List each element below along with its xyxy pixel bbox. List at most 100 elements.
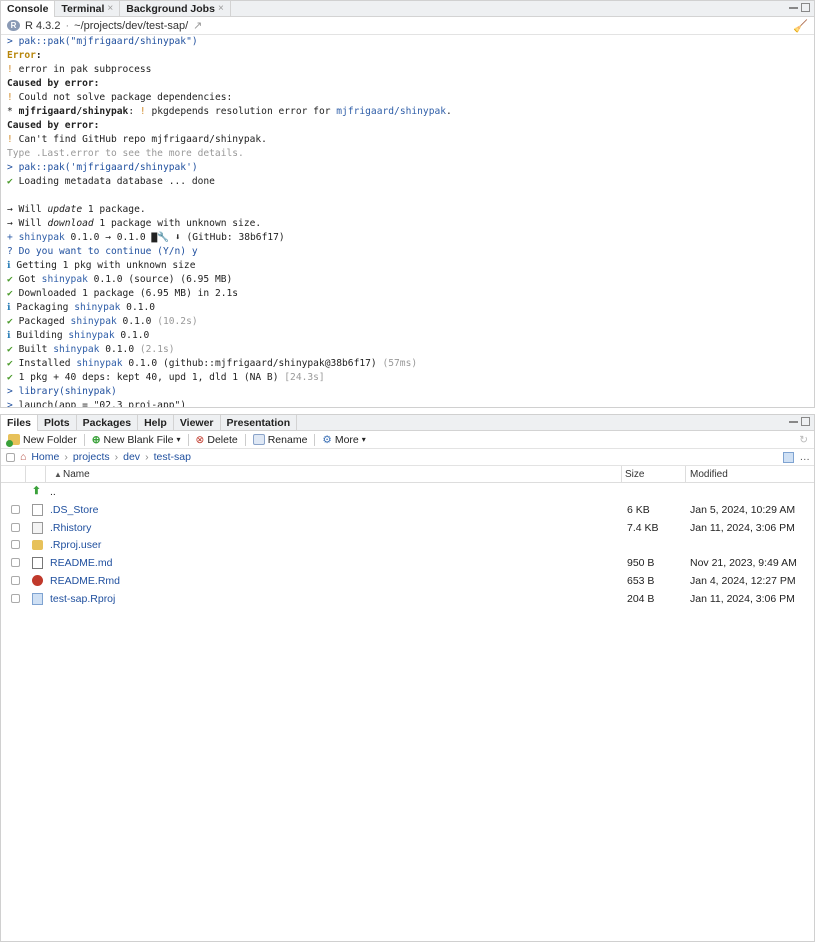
console-line: ? Do you want to continue (Y/n) y [7, 245, 814, 259]
console-text: Can't find GitHub repo mjfrigaard/shinyp… [18, 134, 267, 145]
console-text: ? [7, 246, 19, 257]
column-name[interactable]: Name [63, 469, 90, 480]
row-checkbox[interactable] [11, 504, 20, 514]
console-text: update [47, 204, 83, 215]
column-size[interactable]: Size [625, 469, 644, 480]
new-blank-file-button[interactable]: ⊕ New Blank File ▾ [89, 434, 184, 446]
list-item[interactable]: test-sap.Rproj 204 B Jan 11, 2024, 3:06 PM [1, 590, 814, 608]
file-name[interactable]: test-sap.Rproj [50, 593, 115, 605]
console-text: Getting 1 pkg with unknown size [16, 260, 196, 271]
file-modified: Jan 4, 2024, 12:27 PM [690, 574, 796, 587]
delete-button[interactable]: ⊗ Delete [193, 434, 241, 446]
row-checkbox[interactable] [11, 540, 20, 550]
tab-help[interactable]: Help [138, 415, 174, 430]
console-line: → Will update 1 package. [7, 203, 814, 217]
console-text: : [93, 78, 100, 89]
console-text: ! [7, 134, 19, 145]
toolbar-divider [187, 433, 189, 446]
maximize-icon[interactable] [801, 3, 810, 12]
console-text: + [7, 232, 19, 243]
rmarkdown-icon [32, 574, 43, 586]
console-line: > pak::pak("mjfrigaard/shinypak") [7, 35, 814, 49]
row-checkbox[interactable] [11, 593, 20, 603]
tab-presentation[interactable]: Presentation [221, 415, 298, 430]
minimize-icon[interactable] [789, 3, 798, 9]
close-icon[interactable]: × [107, 2, 113, 16]
r-version: R 4.3.2 [25, 19, 61, 32]
rename-button[interactable]: Rename [250, 434, 311, 446]
more-button[interactable]: ⚙ More ▾ [319, 434, 368, 446]
console-text: ✔ [7, 274, 19, 285]
up-arrow-icon: ⬆ [32, 485, 41, 497]
console-text: ℹ [7, 302, 17, 313]
select-all-checkbox[interactable] [6, 452, 15, 462]
close-icon[interactable]: × [218, 2, 224, 16]
list-item-parent-dir[interactable]: ⬆ .. [1, 483, 814, 501]
delete-icon: ⊗ [195, 433, 205, 446]
file-name[interactable]: .DS_Store [50, 504, 98, 516]
row-checkbox[interactable] [11, 575, 20, 585]
console-text: > [7, 36, 19, 47]
list-item[interactable]: .Rhistory 7.4 KB Jan 11, 2024, 3:06 PM [1, 519, 814, 537]
gear-icon: ⚙ [322, 433, 332, 446]
list-item[interactable]: README.md 950 B Nov 21, 2023, 9:49 AM [1, 554, 814, 572]
file-name[interactable]: .Rproj.user [50, 539, 101, 551]
clear-console-icon[interactable]: 🧹 [793, 19, 808, 33]
file-modified: Nov 21, 2023, 9:49 AM [690, 557, 797, 570]
tab-console[interactable]: Console [1, 1, 56, 17]
tab-background-jobs[interactable]: Background Jobs × [120, 1, 231, 16]
console-text: (57ms) [382, 358, 418, 369]
maximize-icon[interactable] [801, 417, 810, 426]
breadcrumb-dev[interactable]: dev [123, 451, 140, 463]
console-line: + shinypak 0.1.0 → 0.1.0 ▇🔧 ⬇ (GitHub: 3… [7, 231, 814, 245]
sort-up-icon: ▲ [54, 469, 62, 479]
tab-plots[interactable]: Plots [38, 415, 77, 430]
tab-viewer[interactable]: Viewer [174, 415, 221, 430]
project-icon[interactable] [783, 451, 794, 463]
file-size: 6 KB [627, 503, 650, 516]
breadcrumb-home[interactable]: Home [31, 451, 59, 463]
console-text: ✔ [7, 288, 19, 299]
row-checkbox[interactable] [11, 558, 20, 568]
console-line: * mjfrigaard/shinypak: ! pkgdepends reso… [7, 105, 814, 119]
console-text: pkgdepends resolution error for [151, 106, 337, 117]
go-to-directory-icon[interactable]: ↗ [193, 19, 202, 32]
console-text: : [35, 50, 42, 61]
file-name[interactable]: README.Rmd [50, 575, 120, 587]
console-text: > [7, 162, 19, 173]
console-text: Do you want to continue (Y/n) y [18, 246, 198, 257]
console-text: Packaged [18, 316, 71, 327]
console-text: library(shinypak) [18, 386, 117, 397]
folder-icon [32, 540, 43, 551]
column-modified[interactable]: Modified [690, 469, 728, 480]
breadcrumb-test-sap[interactable]: test-sap [154, 451, 191, 463]
console-text: ✔ [7, 344, 19, 355]
tab-files[interactable]: Files [1, 415, 38, 431]
list-item[interactable]: README.Rmd 653 B Jan 4, 2024, 12:27 PM [1, 572, 814, 590]
minimize-icon[interactable] [789, 417, 798, 423]
console-line: ✔ Installed shinypak 0.1.0 (github::mjfr… [7, 357, 814, 371]
file-modified: Jan 11, 2024, 3:06 PM [690, 521, 795, 534]
ellipsis-icon[interactable]: … [800, 451, 811, 463]
list-item[interactable]: .Rproj.user [1, 536, 814, 554]
console-output[interactable]: > pak::pak("mjfrigaard/shinypak") Error:!… [1, 35, 814, 407]
breadcrumb-projects[interactable]: projects [73, 451, 110, 463]
file-name[interactable]: .Rhistory [50, 522, 91, 534]
files-pane: Files Plots Packages Help Viewer Present… [0, 414, 815, 942]
console-text: : [128, 106, 140, 117]
row-checkbox[interactable] [11, 522, 20, 532]
window-controls [789, 3, 810, 12]
new-folder-button[interactable]: New Folder [5, 434, 80, 447]
console-line: ✔ Downloaded 1 package (6.95 MB) in 2.1s [7, 287, 814, 301]
console-text: (GitHub: 38b6f17) [180, 232, 285, 243]
console-line: ✔ 1 pkg + 40 deps: kept 40, upd 1, dld 1… [7, 371, 814, 385]
console-line: > library(shinypak) [7, 385, 814, 399]
tab-terminal[interactable]: Terminal × [55, 1, 121, 16]
console-line: > pak::pak('mjfrigaard/shinypak') [7, 161, 814, 175]
file-name[interactable]: README.md [50, 557, 112, 569]
tab-packages[interactable]: Packages [77, 415, 139, 430]
console-line: ! Can't find GitHub repo mjfrigaard/shin… [7, 133, 814, 147]
list-item[interactable]: .DS_Store 6 KB Jan 5, 2024, 10:29 AM [1, 501, 814, 519]
file-size: 7.4 KB [627, 521, 659, 534]
refresh-icon[interactable]: ↻ [799, 434, 808, 446]
